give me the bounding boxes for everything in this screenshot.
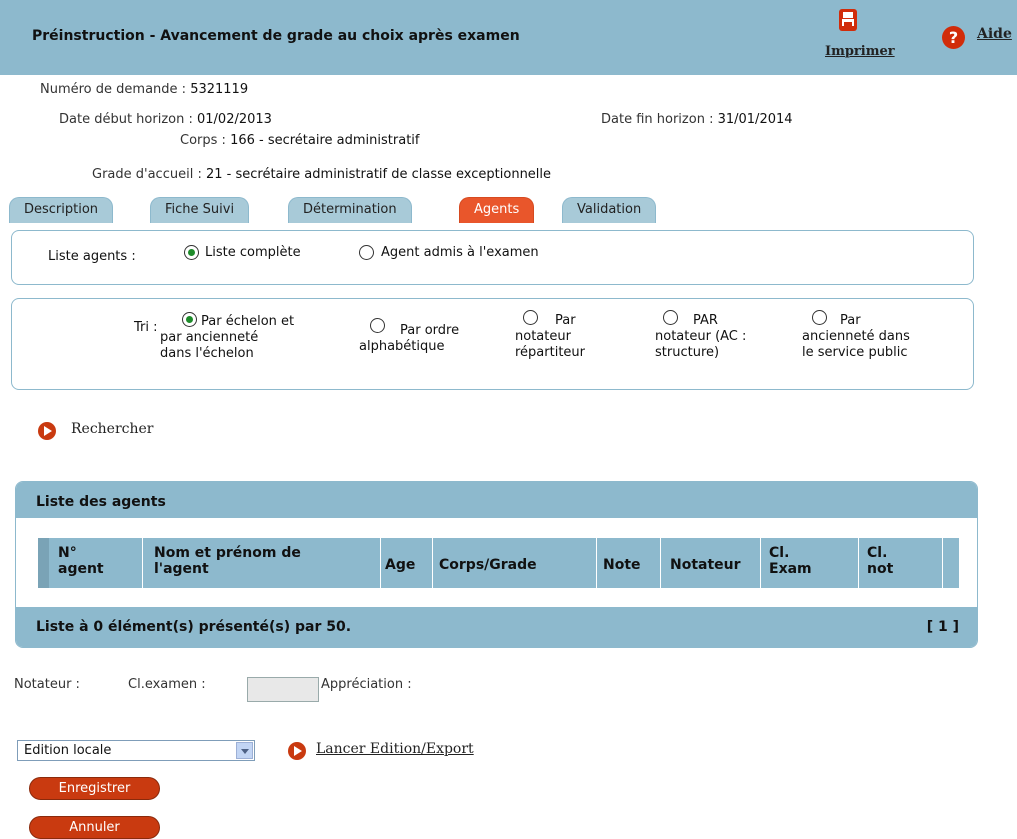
corps: Corps : 166 - secrétaire administratif	[180, 133, 419, 148]
notateur-label: Notateur :	[14, 677, 80, 692]
launch-play-icon[interactable]	[288, 742, 306, 760]
col-separator	[142, 538, 143, 588]
col-name-line1: Nom et prénom de	[154, 545, 301, 561]
grade-value: 21 - secrétaire administratif de classe …	[205, 167, 552, 182]
sort-label: Tri :	[134, 320, 158, 335]
start-date-label: Date début horizon :	[59, 112, 193, 127]
tab-description[interactable]: Description	[9, 197, 114, 223]
sort-repartiteur-line1: Par	[555, 313, 576, 328]
sort-alpha-line1: Par ordre	[400, 323, 460, 338]
clexamen-label: Cl.examen :	[128, 677, 206, 692]
save-button[interactable]: Enregistrer	[29, 777, 160, 800]
col-notateur[interactable]: Notateur	[670, 557, 741, 573]
radio-sort-repartiteur[interactable]	[523, 310, 538, 325]
col-cl-not[interactable]: Cl. not	[867, 545, 893, 577]
clexamen-input[interactable]	[247, 677, 319, 702]
tab-validation[interactable]: Validation	[562, 197, 657, 223]
edition-select[interactable]: Edition locale	[17, 740, 255, 761]
radio-sort-notateur[interactable]	[663, 310, 678, 325]
grade: Grade d'accueil : 21 - secrétaire admini…	[92, 167, 551, 182]
chevron-down-icon[interactable]	[236, 742, 253, 759]
corps-value: 166 - secrétaire administratif	[230, 133, 420, 148]
launch-export-link[interactable]: Lancer Edition/Export	[316, 741, 474, 757]
col-name-line2: l'agent	[154, 561, 209, 577]
corps-label: Corps :	[180, 133, 226, 148]
tab-determination[interactable]: Détermination	[288, 197, 412, 223]
agent-list-label: Liste agents :	[48, 249, 136, 264]
sort-repartiteur-line3: répartiteur	[515, 345, 586, 360]
start-date: Date début horizon : 01/02/2013	[59, 112, 272, 127]
col-cl-exam-line2: Exam	[769, 561, 812, 577]
help-link[interactable]: Aide	[977, 26, 1012, 42]
sort-anciennete-line2: ancienneté dans	[802, 329, 910, 344]
col-separator	[858, 538, 859, 588]
sort-notateur-line1: PAR	[693, 313, 718, 328]
sort-echelon-line1: Par échelon et	[201, 314, 295, 329]
col-separator	[380, 538, 381, 588]
end-date: Date fin horizon : 31/01/2014	[601, 112, 793, 127]
page-title: Préinstruction - Avancement de grade au …	[32, 28, 520, 44]
sort-notateur-line3: structure)	[655, 345, 720, 360]
tab-fiche-suivi[interactable]: Fiche Suivi	[150, 197, 250, 223]
col-note[interactable]: Note	[603, 557, 641, 573]
table-pagination[interactable]: [ 1 ]	[927, 619, 959, 635]
radio-sort-alpha[interactable]	[370, 318, 385, 333]
col-separator	[660, 538, 661, 588]
end-date-value: 31/01/2014	[717, 112, 793, 127]
end-date-label: Date fin horizon :	[601, 112, 714, 127]
table-footer-bar: Liste à 0 élément(s) présenté(s) par 50.…	[16, 607, 977, 647]
col-agent-number[interactable]: N° agent	[58, 545, 104, 577]
radio-admitted-agents-label: Agent admis à l'examen	[381, 245, 539, 260]
appreciation-label: Appréciation :	[321, 677, 412, 692]
edition-select-value: Edition locale	[24, 743, 112, 758]
request-number-label: Numéro de demande :	[40, 82, 187, 97]
table-header-bar: Liste des agents	[16, 482, 977, 518]
printer-icon[interactable]	[838, 8, 858, 32]
request-number-value: 5321119	[190, 82, 249, 97]
col-separator	[432, 538, 433, 588]
radio-sort-echelon[interactable]	[182, 312, 197, 327]
sort-anciennete-line3: le service public	[802, 345, 908, 360]
search-link[interactable]: Rechercher	[71, 421, 154, 437]
sort-anciennete-line1: Par	[840, 313, 861, 328]
radio-sort-anciennete[interactable]	[812, 310, 827, 325]
sort-repartiteur-line2: notateur	[515, 329, 571, 344]
radio-full-list-label: Liste complète	[205, 245, 301, 260]
radio-admitted-agents[interactable]	[359, 245, 374, 260]
sort-echelon-line3: dans l'échelon	[160, 346, 254, 361]
col-corps-grade[interactable]: Corps/Grade	[439, 557, 537, 573]
print-link[interactable]: Imprimer	[825, 44, 895, 59]
help-icon[interactable]: ?	[942, 26, 965, 49]
col-cl-not-line1: Cl.	[867, 545, 888, 561]
agent-list-table: Liste des agents N° agent Nom et prénom …	[15, 481, 978, 648]
tab-agents[interactable]: Agents	[459, 197, 535, 223]
col-age[interactable]: Age	[385, 557, 415, 573]
start-date-value: 01/02/2013	[197, 112, 272, 127]
col-separator	[942, 538, 943, 588]
col-agent-number-line1: N°	[58, 545, 77, 561]
col-cl-not-line2: not	[867, 561, 894, 577]
column-spacer	[38, 538, 49, 588]
sort-alpha-line2: alphabétique	[359, 339, 445, 354]
col-cl-exam-line1: Cl.	[769, 545, 790, 561]
col-separator	[596, 538, 597, 588]
col-separator	[760, 538, 761, 588]
col-name[interactable]: Nom et prénom de l'agent	[154, 545, 301, 577]
col-cl-exam[interactable]: Cl. Exam	[769, 545, 812, 577]
table-count: Liste à 0 élément(s) présenté(s) par 50.	[36, 619, 352, 635]
sort-echelon-line2: par ancienneté	[160, 330, 259, 345]
grade-label: Grade d'accueil :	[92, 167, 202, 182]
request-number: Numéro de demande : 5321119	[40, 82, 248, 97]
radio-full-list[interactable]	[184, 245, 199, 260]
table-title: Liste des agents	[36, 494, 166, 510]
col-agent-number-line2: agent	[58, 561, 104, 577]
sort-notateur-line2: notateur (AC :	[655, 329, 747, 344]
search-play-icon[interactable]	[38, 422, 56, 440]
